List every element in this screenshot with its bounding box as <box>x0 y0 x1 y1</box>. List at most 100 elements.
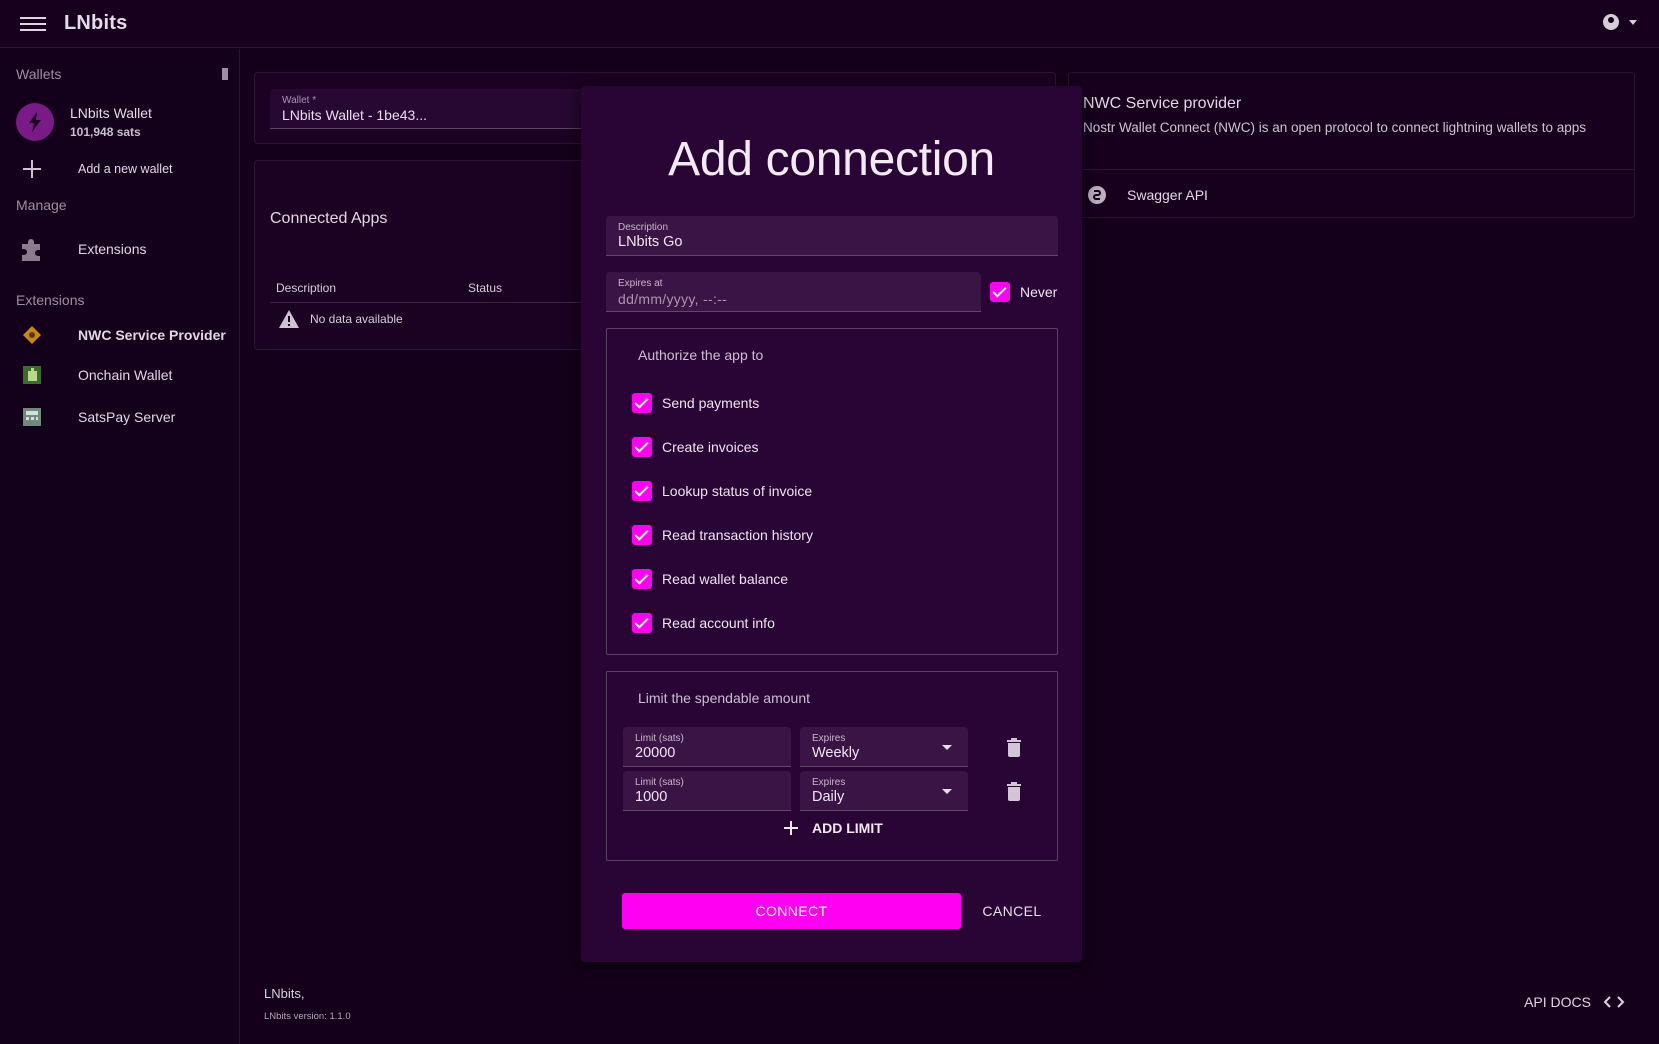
lightning-icon <box>16 103 54 141</box>
limit-expires-label: Expires <box>812 777 846 788</box>
permission-label: Create invoices <box>662 439 759 455</box>
column-header-status[interactable]: Status <box>468 281 502 295</box>
sidebar-item-onchain-wallet[interactable]: Onchain Wallet <box>16 365 172 385</box>
permission-label: Send payments <box>662 395 760 411</box>
permission-read-balance[interactable]: Read wallet balance <box>632 569 788 589</box>
checkbox-checked-icon[interactable] <box>632 569 652 589</box>
dropdown-arrow-icon <box>942 789 952 794</box>
warning-icon <box>279 310 299 328</box>
limit-expires-value: Weekly <box>812 745 860 761</box>
sidebar-item-satspay-server[interactable]: SatsPay Server <box>16 407 175 427</box>
sidebar-toggle-icon[interactable] <box>222 68 228 80</box>
nwc-info-description: Nostr Wallet Connect (NWC) is an open pr… <box>1083 120 1586 135</box>
never-checkbox[interactable]: Never <box>990 282 1057 302</box>
sidebar-item-label: NWC Service Provider <box>78 327 226 343</box>
checkbox-checked-icon[interactable] <box>632 437 652 457</box>
sidebar-item-label: Extensions <box>78 241 147 257</box>
delete-icon[interactable] <box>1007 738 1021 757</box>
wallets-heading: Wallets <box>16 66 62 82</box>
permission-label: Read account info <box>662 615 775 631</box>
limit-expires-select[interactable]: Expires Daily <box>800 771 968 811</box>
wallet-name: LNbits Wallet <box>70 105 152 121</box>
swagger-api-label: Swagger API <box>1127 187 1208 203</box>
sidebar-item-extensions[interactable]: Extensions <box>16 235 146 263</box>
wallet-balance: 101,948 sats <box>70 125 141 139</box>
sidebar-wallet-item[interactable]: LNbits Wallet 101,948 sats <box>16 103 152 141</box>
connected-apps-title: Connected Apps <box>270 210 388 227</box>
footer-name: LNbits, <box>264 986 305 1001</box>
menu-icon[interactable] <box>18 14 48 34</box>
add-wallet-button[interactable]: Add a new wallet <box>16 159 173 179</box>
permission-label: Lookup status of invoice <box>662 483 813 499</box>
swagger-api-link[interactable]: Swagger API <box>1087 185 1208 205</box>
puzzle-icon <box>16 235 48 263</box>
account-icon[interactable] <box>1603 14 1619 30</box>
satspay-icon <box>16 407 48 427</box>
checkbox-checked-icon[interactable] <box>632 613 652 633</box>
api-docs-label: API DOCS <box>1524 994 1591 1010</box>
sidebar-item-label: SatsPay Server <box>78 409 176 425</box>
permission-send-payments[interactable]: Send payments <box>632 393 759 413</box>
limit-amount-field[interactable]: Limit (sats) 1000 <box>623 771 791 811</box>
limit-amount-label: Limit (sats) <box>635 733 684 744</box>
limit-title: Limit the spendable amount <box>638 690 810 706</box>
checkbox-checked-icon[interactable] <box>632 393 652 413</box>
authorize-section: Authorize the app to Send payments Creat… <box>606 328 1058 655</box>
limit-amount-value: 1000 <box>635 789 668 805</box>
limit-expires-label: Expires <box>812 733 846 744</box>
add-limit-label: ADD LIMIT <box>812 820 883 836</box>
sidebar-item-label: Onchain Wallet <box>78 367 173 383</box>
expires-at-label: Expires at <box>618 278 663 289</box>
limit-amount-label: Limit (sats) <box>635 777 684 788</box>
sidebar: Wallets LNbits Wallet 101,948 sats Add a… <box>0 49 240 1044</box>
checkbox-checked-icon[interactable] <box>632 525 652 545</box>
permission-read-history[interactable]: Read transaction history <box>632 525 813 545</box>
checkbox-checked-icon[interactable] <box>990 282 1010 302</box>
checkbox-checked-icon[interactable] <box>632 481 652 501</box>
extensions-heading: Extensions <box>16 292 85 308</box>
empty-state-text: No data available <box>310 312 403 326</box>
delete-icon[interactable] <box>1007 782 1021 801</box>
limit-amount-field[interactable]: Limit (sats) 20000 <box>623 727 791 767</box>
dialog-title: Add connection <box>668 133 995 186</box>
add-wallet-label: Add a new wallet <box>78 162 173 176</box>
cancel-button[interactable]: CANCEL <box>977 893 1047 929</box>
connect-button[interactable]: CONNECT <box>622 893 961 929</box>
wallet-select-label: Wallet * <box>282 95 317 106</box>
code-icon <box>1603 996 1625 1008</box>
footer-version: LNbits version: 1.1.0 <box>264 1011 351 1022</box>
expires-at-field[interactable]: Expires at dd/mm/yyyy, --:-- <box>606 272 981 312</box>
nwc-icon <box>16 324 48 346</box>
dropdown-arrow-icon <box>942 745 952 750</box>
expires-at-placeholder: dd/mm/yyyy, --:-- <box>618 291 728 307</box>
nwc-info-title: NWC Service provider <box>1083 95 1242 112</box>
description-label: Description <box>618 222 669 233</box>
chevron-down-icon[interactable] <box>1629 19 1637 25</box>
permission-label: Read transaction history <box>662 527 813 543</box>
limit-expires-select[interactable]: Expires Weekly <box>800 727 968 767</box>
limit-expires-value: Daily <box>812 789 845 805</box>
description-value: LNbits Go <box>618 234 683 250</box>
plus-icon <box>784 821 798 835</box>
wallet-select[interactable]: Wallet * LNbits Wallet - 1be43... <box>270 89 610 129</box>
sidebar-item-nwc-service-provider[interactable]: NWC Service Provider <box>16 324 226 346</box>
swagger-icon <box>1088 186 1106 204</box>
wallet-select-value: LNbits Wallet - 1be43... <box>282 107 427 123</box>
add-connection-dialog: Add connection Description LNbits Go Exp… <box>581 86 1082 962</box>
manage-heading: Manage <box>16 197 67 213</box>
description-field[interactable]: Description LNbits Go <box>606 216 1058 256</box>
column-header-description[interactable]: Description <box>276 281 336 295</box>
plus-icon <box>16 159 48 179</box>
add-limit-button[interactable]: ADD LIMIT <box>784 820 883 836</box>
api-docs-link[interactable]: API DOCS <box>1524 994 1625 1010</box>
authorize-title: Authorize the app to <box>638 347 764 363</box>
top-app-bar: LNbits <box>0 0 1659 48</box>
app-title[interactable]: LNbits <box>64 12 127 35</box>
permission-read-account[interactable]: Read account info <box>632 613 775 633</box>
permission-create-invoices[interactable]: Create invoices <box>632 437 759 457</box>
permission-lookup-invoice[interactable]: Lookup status of invoice <box>632 481 812 501</box>
account-menu[interactable] <box>1603 14 1637 30</box>
empty-state: No data available <box>278 309 403 329</box>
nwc-info-card: NWC Service provider Nostr Wallet Connec… <box>1068 72 1635 218</box>
limit-amount-value: 20000 <box>635 745 676 761</box>
